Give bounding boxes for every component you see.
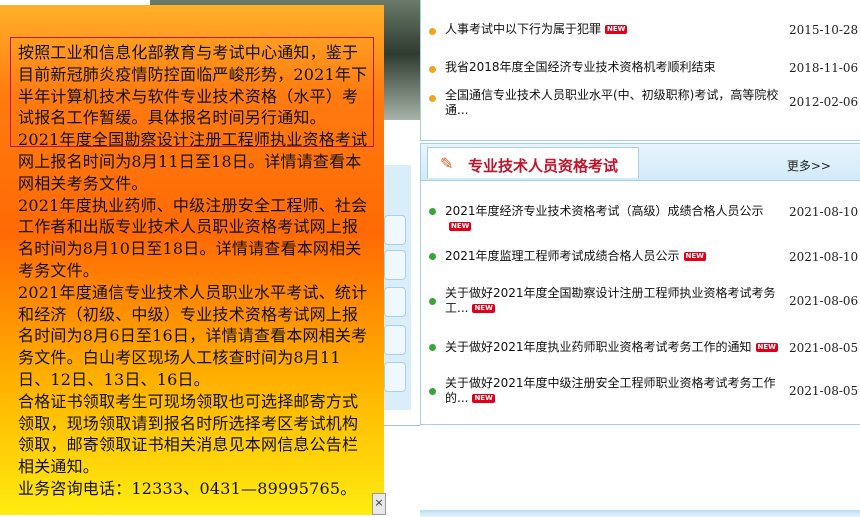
notice-paragraph: 2021年度全国勘察设计注册工程师执业资格考试网上报名时间为8月11日至18日。… (18, 130, 368, 193)
qualification-panel: ✎ 专业技术人员资格考试 更多>> 2021年度经济专业技术资格考试（高级）成绩… (420, 143, 860, 425)
more-link[interactable]: 更多>> (787, 157, 831, 174)
news-title[interactable]: 全国通信专业技术人员职业水平(中、初级职称)考试，高等院校通... (445, 88, 780, 118)
list-item[interactable]: 2021年度监理工程师考试成绩合格人员公示 NEW 2021-08-10 (421, 241, 860, 281)
news-title[interactable]: 人事考试中以下行为属于犯罪 NEW (445, 22, 780, 37)
divider (380, 425, 420, 426)
new-badge: NEW (605, 25, 628, 34)
new-badge: NEW (683, 252, 706, 261)
news-title[interactable]: 我省2018年度全国经济专业技术资格机考顺利结束 (445, 60, 780, 75)
news-title[interactable]: 关于做好2021年度执业药师职业资格考试考务工作的通知 NEW (445, 340, 780, 355)
news-title[interactable]: 关于做好2021年度中级注册安全工程师职业资格考试考务工作的... NEW (445, 376, 780, 406)
list-item[interactable]: 全国通信专业技术人员职业水平(中、初级职称)考试，高等院校通... 2012-0… (421, 86, 860, 126)
notice-popup: 按照工业和信息化部教育与考试中心通知，鉴于目前新冠肺炎疫情防控面临严峻形势，20… (0, 5, 386, 515)
new-badge: NEW (755, 343, 778, 352)
list-item[interactable]: 2021年度经济专业技术资格考试（高级）成绩合格人员公示NEW 2021-08-… (421, 196, 860, 236)
notice-paragraph: 2021年度执业药师、中级注册安全工程师、社会工作者和出版专业技术人员职业资格考… (18, 195, 368, 280)
pencil-icon: ✎ (440, 154, 454, 173)
side-button[interactable] (384, 215, 406, 245)
top-news-panel: 人事考试中以下行为属于犯罪 NEW 2015-10-28 我省2018年度全国经济… (420, 0, 860, 141)
list-item[interactable]: 关于做好2021年度全国勘察设计注册工程师执业资格考试考务工... NEW 202… (421, 282, 860, 322)
news-title[interactable]: 2021年度监理工程师考试成绩合格人员公示 NEW (445, 249, 780, 264)
notice-text: 按照工业和信息化部教育与考试中心通知，鉴于目前新冠肺炎疫情防控面临严峻形势，20… (18, 42, 370, 500)
side-button[interactable] (384, 325, 406, 355)
notice-paragraph: 合格证书领取考生可现场领取也可选择邮寄方式领取，现场领取请到报名时所选择考区考试… (18, 391, 359, 477)
news-date: 2012-02-06 (789, 95, 859, 109)
news-date: 2015-10-28 (789, 23, 859, 37)
new-badge: NEW (449, 222, 472, 231)
side-button[interactable] (384, 250, 406, 280)
news-date: 2021-08-05 (789, 384, 859, 398)
bullet-icon (429, 388, 436, 395)
bullet-icon (429, 28, 436, 35)
bullet-icon (429, 208, 436, 215)
list-item[interactable]: 我省2018年度全国经济专业技术资格机考顺利结束 2018-11-06 (421, 50, 860, 90)
notice-paragraph: 2021年度通信专业技术人员职业水平考试、统计和经济（初级、中级）专业技术资格考… (18, 282, 368, 389)
side-button[interactable] (384, 287, 406, 317)
news-date: 2021-08-10 (789, 205, 859, 219)
panel-tab: ✎ 专业技术人员资格考试 (427, 147, 639, 178)
bullet-icon (429, 298, 436, 305)
bullet-icon (429, 344, 436, 351)
news-title[interactable]: 关于做好2021年度全国勘察设计注册工程师执业资格考试考务工... NEW (445, 286, 780, 316)
list-item[interactable]: 人事考试中以下行为属于犯罪 NEW 2015-10-28 (421, 12, 860, 52)
bullet-icon (429, 66, 436, 73)
list-item[interactable]: 关于做好2021年度执业药师职业资格考试考务工作的通知 NEW 2021-08-0… (421, 332, 860, 372)
bottom-panel-edge (420, 510, 860, 517)
news-date: 2021-08-05 (789, 341, 859, 355)
notice-paragraph: 业务咨询电话：12333、0431—89995765。 (18, 478, 357, 498)
notice-paragraph: 按照工业和信息化部教育与考试中心通知，鉴于目前新冠肺炎疫情防控面临严峻形势，20… (18, 43, 368, 128)
side-button[interactable] (384, 362, 406, 392)
news-title[interactable]: 2021年度经济专业技术资格考试（高级）成绩合格人员公示NEW (445, 204, 780, 234)
section-title: 专业技术人员资格考试 (468, 157, 619, 175)
news-date: 2018-11-06 (789, 61, 859, 75)
new-badge: NEW (472, 394, 495, 403)
list-item[interactable]: 关于做好2021年度中级注册安全工程师职业资格考试考务工作的... NEW 202… (421, 372, 860, 412)
news-date: 2021-08-10 (789, 250, 859, 264)
news-date: 2021-08-06 (789, 294, 859, 308)
new-badge: NEW (472, 304, 495, 313)
bullet-icon (429, 253, 436, 260)
panel-header: ✎ 专业技术人员资格考试 更多>> (421, 144, 860, 181)
bullet-icon (429, 95, 436, 102)
close-button[interactable]: × (372, 493, 386, 515)
